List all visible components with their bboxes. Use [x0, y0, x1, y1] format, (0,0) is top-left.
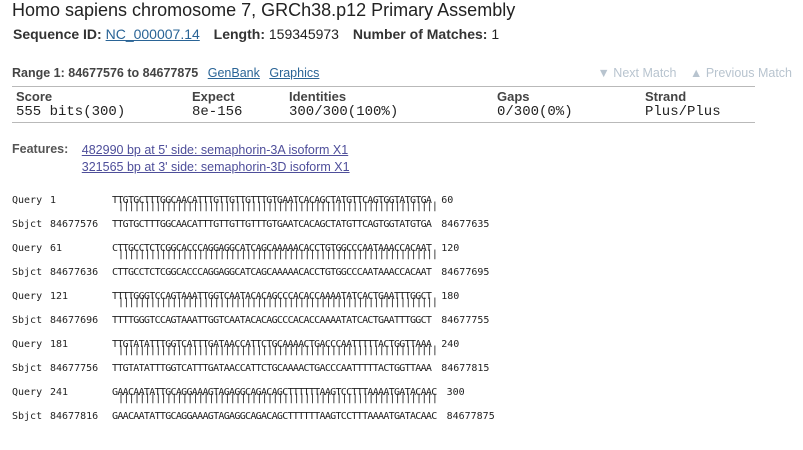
length-value: 159345973: [268, 26, 339, 42]
stats-header-strand: Strand: [645, 89, 687, 104]
stats-value-expect: 8e-156: [192, 104, 243, 120]
alignment-stats-table: Score Expect Identities Gaps Strand 555 …: [12, 86, 755, 123]
range-label: Range 1: 84677576 to 84677875: [12, 66, 199, 80]
stats-value-identities: 300/300(100%): [289, 104, 399, 120]
stats-header-expect: Expect: [192, 89, 235, 104]
subject-line: Sbjct 84677636 CTTGCCTCTCGGCACCCAGGAGGCATC…: [12, 267, 490, 278]
features-label: Features:: [12, 142, 69, 156]
match-bars: ||||||||||||||||||||||||||||||||||||||||…: [118, 201, 438, 212]
stats-header-score: Score: [16, 89, 53, 104]
previous-match-button[interactable]: ▲ Previous Match: [690, 66, 792, 80]
match-navigation: ▼ Next Match ▲ Previous Match: [587, 66, 792, 80]
subject-line: Sbjct 84677816 GAACAATATTGCAGGAAAGTAGAGGCA…: [12, 411, 495, 422]
feature-link-3prime[interactable]: 321565 bp at 3' side: semaphorin-3D isof…: [82, 159, 350, 176]
graphics-link[interactable]: Graphics: [269, 66, 319, 80]
match-bars: ||||||||||||||||||||||||||||||||||||||||…: [118, 249, 438, 260]
stats-value-score: 555 bits(300): [16, 104, 126, 120]
subject-line: Sbjct 84677576 TTGTGCTTTGGCAACATTTGTTGTTGT…: [12, 219, 490, 230]
length-label: Length:: [213, 26, 265, 42]
subject-line: Sbjct 84677756 TTGTATATTTGGTCATTTGATAACCAT…: [12, 363, 490, 374]
match-bars: ||||||||||||||||||||||||||||||||||||||||…: [118, 297, 438, 308]
sequence-id-label: Sequence ID:: [13, 26, 102, 42]
matches-label: Number of Matches:: [352, 26, 488, 42]
next-match-button[interactable]: ▼ Next Match: [597, 66, 676, 80]
feature-link-5prime[interactable]: 482990 bp at 5' side: semaphorin-3A isof…: [82, 142, 350, 159]
genbank-link[interactable]: GenBank: [208, 66, 260, 80]
subject-line: Sbjct 84677696 TTTTGGGTCCAGTAAATTGGTCAATAC…: [12, 315, 490, 326]
stats-header-gaps: Gaps: [497, 89, 530, 104]
match-bars: ||||||||||||||||||||||||||||||||||||||||…: [118, 393, 438, 404]
features-section: Features: 482990 bp at 5' side: semaphor…: [12, 142, 350, 176]
stats-value-strand: Plus/Plus: [645, 104, 721, 120]
page-title: Homo sapiens chromosome 7, GRCh38.p12 Pr…: [12, 0, 516, 20]
match-bars: ||||||||||||||||||||||||||||||||||||||||…: [118, 345, 438, 356]
stats-header-identities: Identities: [289, 89, 347, 104]
stats-value-gaps: 0/300(0%): [497, 104, 573, 120]
matches-value: 1: [491, 26, 500, 42]
sequence-info: Sequence ID: NC_000007.14 Length: 159345…: [13, 26, 509, 42]
sequence-id-link[interactable]: NC_000007.14: [106, 26, 200, 42]
range-bar: Range 1: 84677576 to 84677875 GenBank Gr…: [12, 66, 792, 82]
